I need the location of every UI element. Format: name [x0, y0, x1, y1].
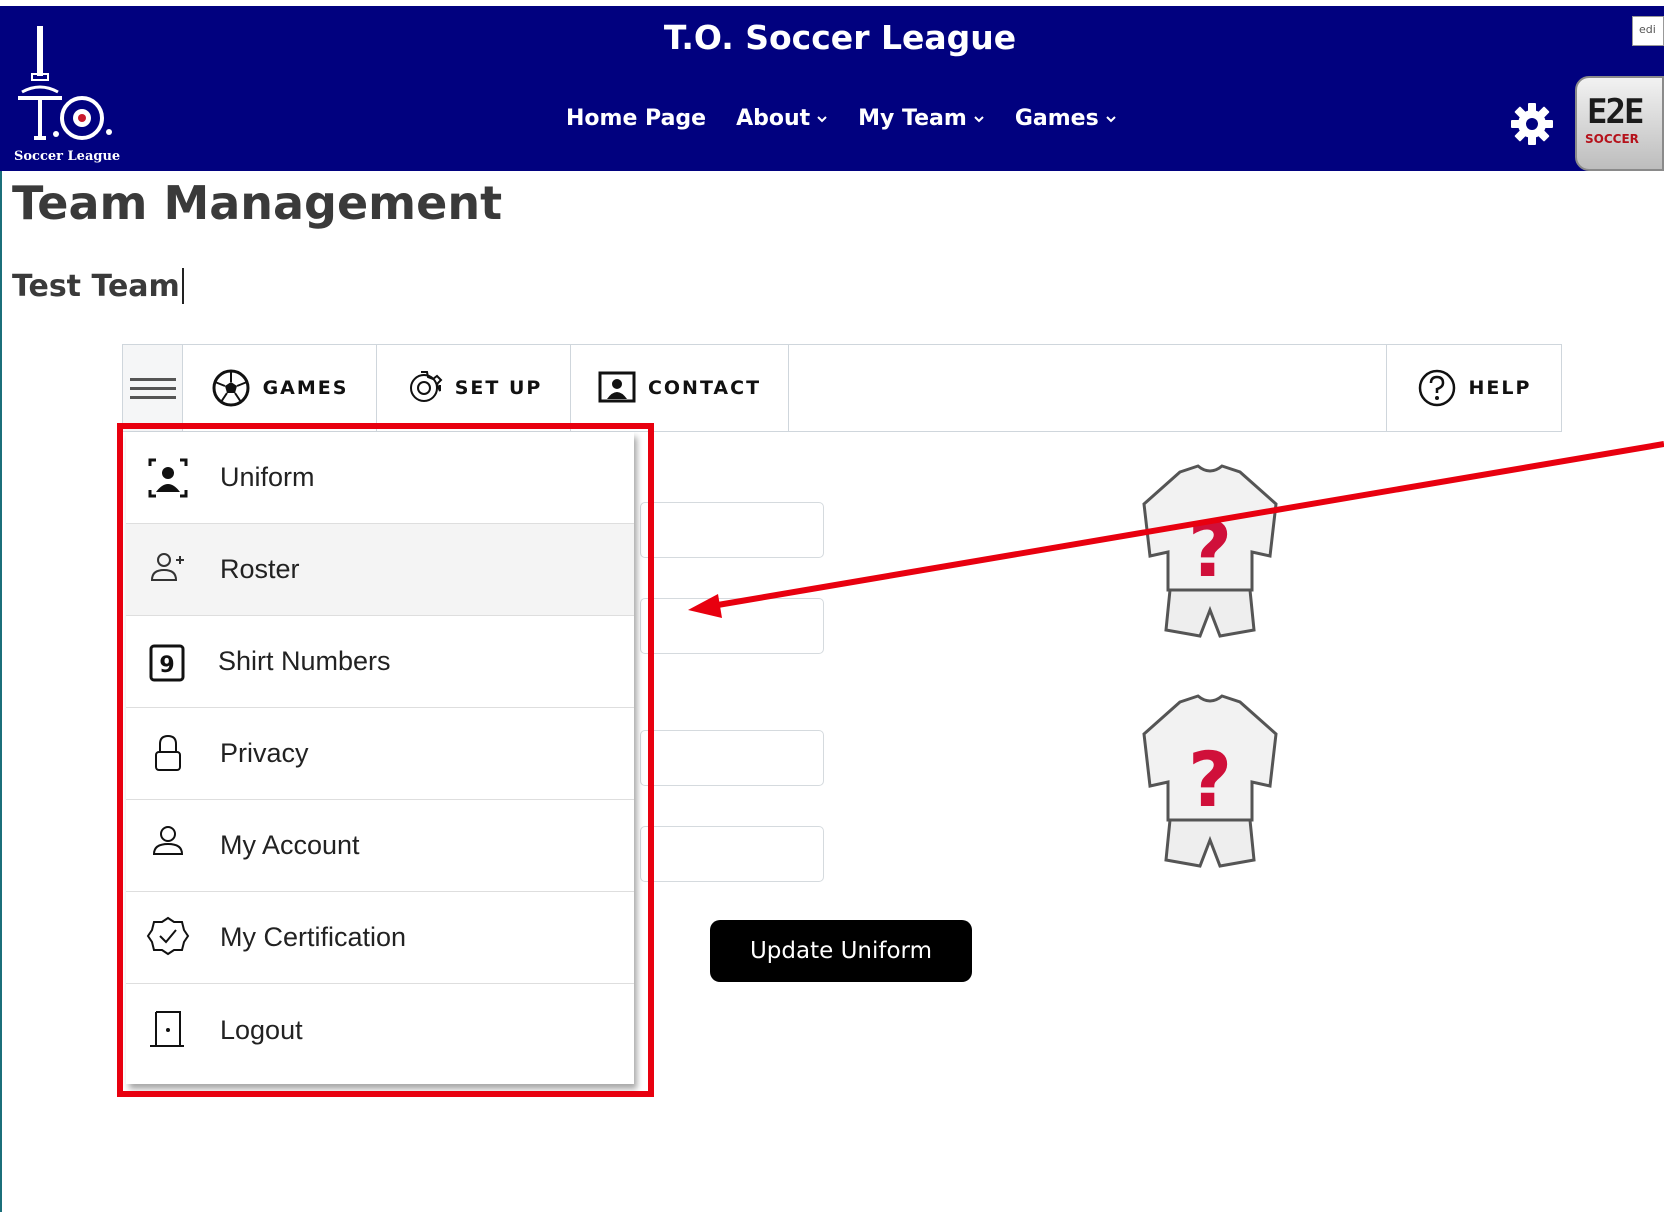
- nav-about[interactable]: About: [736, 106, 828, 131]
- hamburger-line: [129, 386, 176, 390]
- jersey-question-mark: ?: [1188, 505, 1232, 594]
- page-root: Soccer League T.O. Soccer League Home Pa…: [0, 0, 1664, 1212]
- gear-outline-icon: [409, 371, 443, 402]
- team-toolbar: GAMES SET UP CONTACT HELP: [122, 344, 1562, 432]
- chevron-down-icon: [974, 115, 984, 122]
- nav-my-team[interactable]: My Team: [858, 106, 985, 131]
- tab-contact-label: CONTACT: [647, 377, 762, 399]
- uniform-field[interactable]: [640, 730, 824, 786]
- help-circle-icon: [1418, 369, 1455, 407]
- contact-card-icon: [598, 371, 636, 403]
- hamburger-menu-button[interactable]: [123, 345, 183, 431]
- away-uniform-preview: ?: [1142, 694, 1278, 868]
- uniform-field[interactable]: [640, 502, 824, 558]
- gear-icon[interactable]: [1508, 100, 1556, 148]
- tab-games[interactable]: GAMES: [183, 345, 377, 431]
- tab-help[interactable]: HELP: [1387, 345, 1561, 431]
- hamburger-icon: [129, 377, 176, 381]
- nav-home[interactable]: Home Page: [566, 106, 706, 131]
- text-cursor: [181, 268, 184, 304]
- site-header: Soccer League T.O. Soccer League Home Pa…: [0, 6, 1664, 171]
- update-uniform-button[interactable]: Update Uniform: [710, 920, 972, 982]
- nav-about-label: About: [736, 106, 811, 131]
- toolbar-spacer: [789, 345, 1387, 431]
- page-left-border: [0, 171, 2, 1212]
- nav-my-team-label: My Team: [858, 106, 967, 131]
- hamburger-line: [129, 395, 176, 399]
- team-name: Test Team: [12, 268, 184, 304]
- nav-home-label: Home Page: [566, 106, 707, 131]
- annotation-highlight-box: [117, 423, 654, 1097]
- e2e-soccer-logo[interactable]: E2E SOCCER: [1575, 76, 1664, 171]
- main-nav: Home Page About My Team Games: [566, 106, 1117, 131]
- uniform-field[interactable]: [640, 598, 824, 654]
- nav-games-label: Games: [1014, 106, 1099, 131]
- soccer-ball-icon: [212, 369, 250, 407]
- tab-games-label: GAMES: [262, 377, 349, 399]
- edit-button[interactable]: edi: [1632, 16, 1664, 46]
- tab-setup[interactable]: SET UP: [377, 345, 571, 431]
- nav-games[interactable]: Games: [1015, 106, 1117, 131]
- e2e-logo-subtext: SOCCER: [1585, 132, 1639, 146]
- chevron-down-icon: [817, 115, 827, 122]
- tab-contact[interactable]: CONTACT: [571, 345, 789, 431]
- team-name-text: Test Team: [12, 269, 180, 304]
- jersey-question-mark: ?: [1188, 735, 1232, 824]
- chevron-down-icon: [1105, 115, 1116, 122]
- e2e-logo-text: E2E: [1587, 92, 1644, 132]
- tab-setup-label: SET UP: [454, 377, 543, 399]
- logo-text: Soccer League: [14, 149, 120, 164]
- site-title: T.O. Soccer League: [663, 18, 1017, 57]
- home-uniform-preview: ?: [1142, 464, 1278, 638]
- page-title: Team Management: [12, 176, 503, 230]
- tab-help-label: HELP: [1468, 377, 1532, 399]
- uniform-field[interactable]: [640, 826, 824, 882]
